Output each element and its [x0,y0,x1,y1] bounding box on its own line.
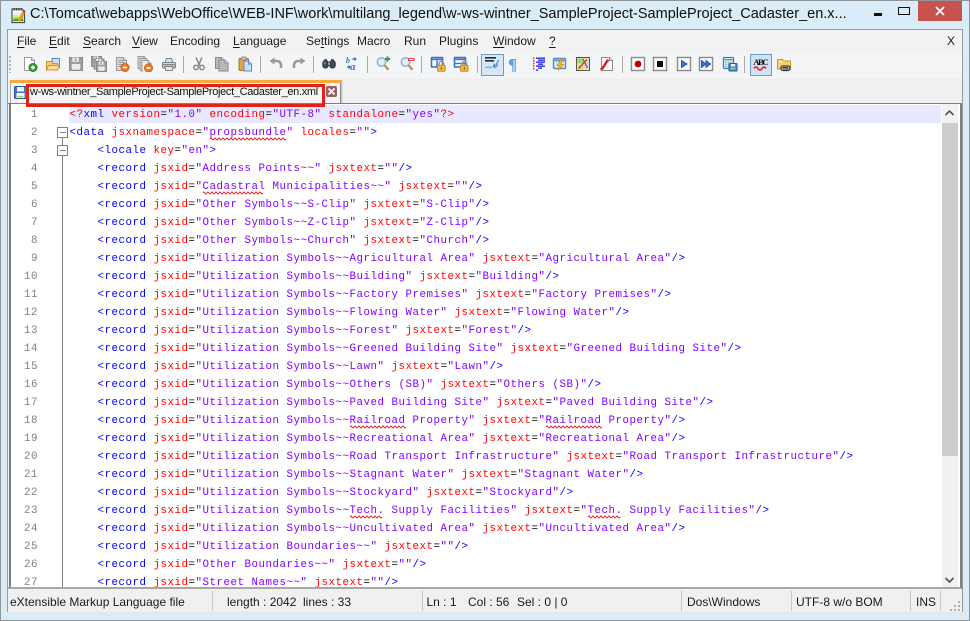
svg-text:¶: ¶ [508,56,517,72]
svg-text:ABC: ABC [753,57,769,67]
svg-text:a: a [350,61,356,72]
